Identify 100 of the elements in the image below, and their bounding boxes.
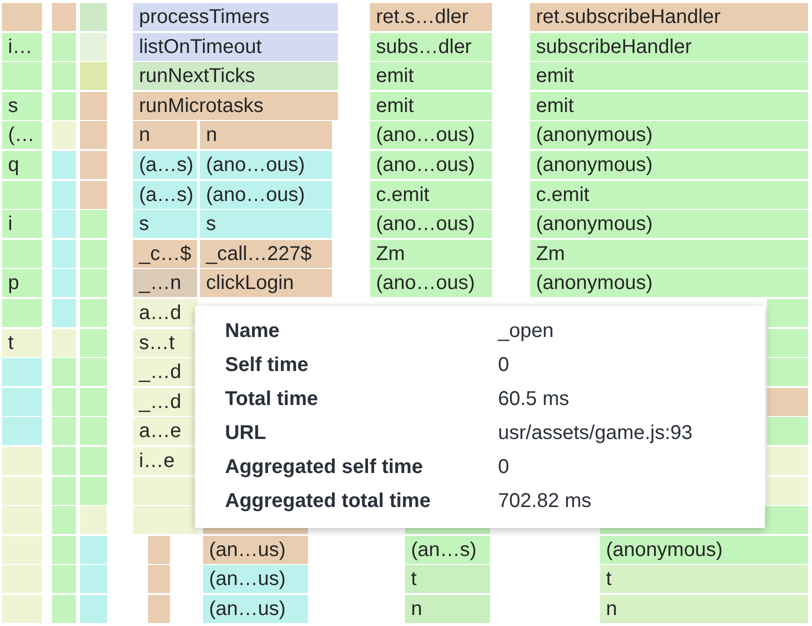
- flame-frame[interactable]: [52, 210, 76, 238]
- flame-frame[interactable]: [52, 121, 76, 150]
- flame-frame[interactable]: n: [600, 595, 808, 623]
- flame-frame[interactable]: (anonymous): [530, 121, 808, 150]
- flame-frame[interactable]: emit: [530, 62, 808, 90]
- flame-frame[interactable]: (anonymous): [530, 151, 808, 179]
- flame-frame[interactable]: (ano…ous): [370, 269, 492, 298]
- flame-frame[interactable]: [133, 476, 197, 505]
- flame-frame[interactable]: [2, 565, 42, 594]
- flame-frame[interactable]: n: [200, 121, 332, 150]
- flame-frame[interactable]: subscribeHandler: [530, 32, 808, 61]
- flame-frame[interactable]: a…e: [133, 417, 197, 446]
- flame-frame[interactable]: [52, 32, 76, 61]
- flame-frame[interactable]: Zm: [370, 240, 492, 268]
- flame-frame[interactable]: [2, 536, 42, 564]
- flame-frame[interactable]: [52, 565, 76, 594]
- flame-frame[interactable]: [2, 417, 42, 446]
- flame-frame[interactable]: [80, 328, 107, 357]
- flame-frame[interactable]: emit: [370, 92, 492, 120]
- flame-frame[interactable]: t: [405, 565, 490, 594]
- flame-frame[interactable]: [80, 595, 107, 623]
- flame-frame[interactable]: (an…us): [203, 565, 308, 594]
- flame-frame[interactable]: q: [2, 151, 42, 179]
- flame-frame[interactable]: [148, 565, 170, 594]
- flame-frame[interactable]: [2, 476, 42, 505]
- flame-frame[interactable]: [52, 358, 76, 386]
- flame-frame[interactable]: [767, 358, 808, 386]
- flame-frame[interactable]: [2, 240, 42, 268]
- flame-frame[interactable]: [2, 299, 42, 327]
- flame-frame[interactable]: [767, 388, 808, 416]
- flame-frame[interactable]: [80, 506, 107, 534]
- flame-frame[interactable]: t: [2, 328, 42, 357]
- flame-frame[interactable]: c.emit: [370, 180, 492, 209]
- flame-frame[interactable]: [52, 240, 76, 268]
- flame-frame[interactable]: i…e: [133, 447, 197, 475]
- flame-frame[interactable]: [2, 388, 42, 416]
- flame-frame[interactable]: (anonymous): [600, 536, 808, 564]
- flame-frame[interactable]: ret.subscribeHandler: [530, 3, 808, 31]
- flame-frame[interactable]: p: [2, 269, 42, 298]
- flame-frame[interactable]: (ano…ous): [200, 151, 332, 179]
- flame-frame[interactable]: [767, 476, 808, 505]
- flame-frame[interactable]: (an…us): [203, 536, 308, 564]
- flame-frame[interactable]: [80, 565, 107, 594]
- flame-frame[interactable]: [52, 3, 76, 31]
- flame-frame[interactable]: [2, 595, 42, 623]
- flame-frame[interactable]: [52, 328, 76, 357]
- flame-frame[interactable]: [2, 447, 42, 475]
- flame-frame[interactable]: (…: [2, 121, 42, 150]
- flame-frame[interactable]: c.emit: [530, 180, 808, 209]
- flame-frame[interactable]: (a…s): [133, 180, 197, 209]
- flame-frame[interactable]: [52, 92, 76, 120]
- flame-frame[interactable]: ret.s…dler: [370, 3, 492, 31]
- flame-frame[interactable]: [80, 240, 107, 268]
- flame-frame[interactable]: s: [133, 210, 197, 238]
- flame-frame[interactable]: [80, 151, 107, 179]
- flame-frame[interactable]: [148, 595, 170, 623]
- flame-frame[interactable]: listOnTimeout: [133, 32, 338, 61]
- flame-frame[interactable]: [133, 506, 197, 534]
- flame-frame[interactable]: _…d: [133, 358, 197, 386]
- flame-frame[interactable]: (anonymous): [530, 269, 808, 298]
- flame-frame[interactable]: [52, 536, 76, 564]
- flame-frame[interactable]: Zm: [530, 240, 808, 268]
- flame-frame[interactable]: [80, 388, 107, 416]
- flame-frame[interactable]: (ano…ous): [370, 121, 492, 150]
- flame-frame[interactable]: _…d: [133, 388, 197, 416]
- flame-frame[interactable]: [2, 506, 42, 534]
- flame-frame[interactable]: [767, 447, 808, 475]
- flame-frame[interactable]: [80, 32, 107, 61]
- flame-frame[interactable]: s…t: [133, 328, 197, 357]
- flame-frame[interactable]: [148, 536, 170, 564]
- flame-frame[interactable]: [80, 417, 107, 446]
- flame-frame[interactable]: [80, 476, 107, 505]
- flame-frame[interactable]: [80, 269, 107, 298]
- flame-frame[interactable]: i: [2, 210, 42, 238]
- flame-frame[interactable]: s: [200, 210, 332, 238]
- flame-frame[interactable]: clickLogin: [200, 269, 332, 298]
- flame-frame[interactable]: [80, 62, 107, 90]
- flame-frame[interactable]: [80, 536, 107, 564]
- flame-frame[interactable]: (anonymous): [530, 210, 808, 238]
- flame-frame[interactable]: [80, 3, 107, 31]
- flame-frame[interactable]: [80, 358, 107, 386]
- flame-frame[interactable]: [52, 447, 76, 475]
- flame-frame[interactable]: [2, 62, 42, 90]
- flame-frame[interactable]: [52, 299, 76, 327]
- flame-frame[interactable]: (ano…ous): [200, 180, 332, 209]
- flame-frame[interactable]: i…: [2, 32, 42, 61]
- flame-frame[interactable]: [52, 417, 76, 446]
- flame-frame[interactable]: [52, 595, 76, 623]
- flame-frame[interactable]: [80, 210, 107, 238]
- flame-frame[interactable]: [80, 447, 107, 475]
- flame-frame[interactable]: _…n: [133, 269, 197, 298]
- flame-frame[interactable]: (an…us): [203, 595, 308, 623]
- flame-frame[interactable]: [52, 151, 76, 179]
- flame-frame[interactable]: [80, 299, 107, 327]
- flame-frame[interactable]: (ano…ous): [370, 210, 492, 238]
- flame-frame[interactable]: [767, 299, 808, 327]
- flame-frame[interactable]: [2, 180, 42, 209]
- flame-frame[interactable]: runMicrotasks: [133, 92, 338, 120]
- flame-frame[interactable]: [2, 3, 42, 31]
- flame-frame[interactable]: [52, 476, 76, 505]
